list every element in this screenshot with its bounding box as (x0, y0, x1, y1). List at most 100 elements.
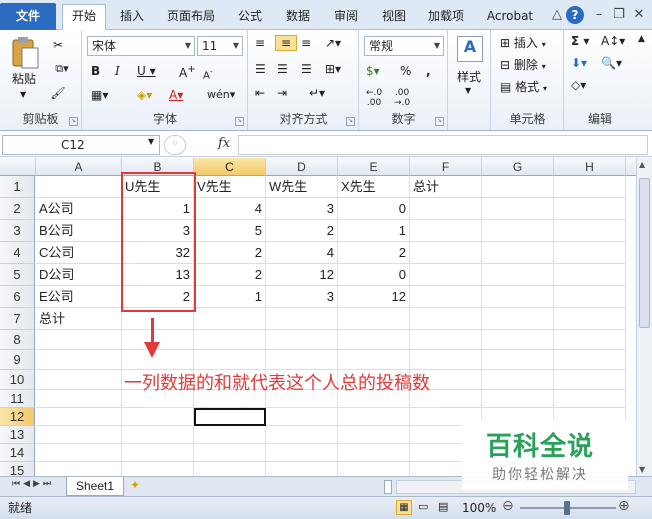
cell-e9[interactable] (338, 350, 410, 370)
vertical-scrollbar[interactable]: ▲ ▼ (636, 158, 652, 476)
cell-g8[interactable] (482, 330, 554, 350)
cell-a3[interactable]: B公司 (36, 220, 122, 242)
align-top-icon[interactable]: ≡ (255, 36, 265, 50)
cell-h9[interactable] (554, 350, 626, 370)
tab-insert[interactable]: 插入 (112, 5, 152, 29)
percent-icon[interactable]: % (400, 64, 411, 78)
increase-decimal-icon[interactable]: ←.0.00 (366, 88, 382, 108)
row-header-8[interactable]: 8 (0, 330, 35, 350)
cell-b15[interactable] (122, 462, 194, 476)
row-header-15[interactable]: 15 (0, 462, 35, 476)
tab-split-handle[interactable] (384, 480, 392, 494)
cell-d5[interactable]: 12 (266, 264, 338, 286)
shrink-font-icon[interactable]: A- (203, 66, 213, 81)
cell-d4[interactable]: 4 (266, 242, 338, 264)
cell-d1[interactable]: W先生 (266, 176, 338, 198)
cell-e3[interactable]: 1 (338, 220, 410, 242)
row-header-14[interactable]: 14 (0, 444, 35, 462)
minimize-icon[interactable]: – (590, 6, 608, 24)
row-header-7[interactable]: 7 (0, 308, 35, 330)
cell-f2[interactable] (410, 198, 482, 220)
cell-f8[interactable] (410, 330, 482, 350)
clear-icon[interactable]: ◇▾ (571, 78, 586, 92)
fill-color-icon[interactable]: ◈▾ (137, 88, 152, 102)
cell-e6[interactable]: 12 (338, 286, 410, 308)
increase-indent-icon[interactable]: ⇥ (277, 86, 287, 100)
cell-g6[interactable] (482, 286, 554, 308)
cell-h10[interactable] (554, 370, 626, 390)
cell-e4[interactable]: 2 (338, 242, 410, 264)
cell-a7[interactable]: 总计 (36, 308, 122, 330)
cell-d7[interactable] (266, 308, 338, 330)
cell-a12[interactable] (36, 408, 122, 426)
decrease-indent-icon[interactable]: ⇤ (255, 86, 265, 100)
tab-review[interactable]: 审阅 (326, 5, 366, 29)
cell-f3[interactable] (410, 220, 482, 242)
cell-f9[interactable] (410, 350, 482, 370)
cell-f4[interactable] (410, 242, 482, 264)
cell-g1[interactable] (482, 176, 554, 198)
cell-c9[interactable] (194, 350, 266, 370)
cell-d12[interactable] (266, 408, 338, 426)
underline-icon[interactable]: U ▾ (137, 64, 156, 78)
align-center-icon[interactable]: ☰ (277, 62, 288, 76)
cell-e13[interactable] (338, 426, 410, 444)
cell-h5[interactable] (554, 264, 626, 286)
page-layout-view-icon[interactable]: ▭ (418, 500, 428, 513)
currency-icon[interactable]: $▾ (366, 64, 380, 78)
cell-c2[interactable]: 4 (194, 198, 266, 220)
column-header-a[interactable]: A (36, 158, 122, 176)
cell-a8[interactable] (36, 330, 122, 350)
close-icon[interactable]: ✕ (630, 6, 648, 24)
ribbon-scroll-up-icon[interactable]: ▲ (638, 34, 645, 44)
insert-cells-button[interactable]: ⊞ 插入 ▾ (500, 34, 546, 54)
format-cells-button[interactable]: ▤ 格式 ▾ (500, 78, 547, 98)
cell-c6[interactable]: 1 (194, 286, 266, 308)
tab-home[interactable]: 开始 (62, 4, 106, 30)
border-icon[interactable]: ▦▾ (91, 88, 108, 102)
cell-a11[interactable] (36, 390, 122, 408)
zoom-out-icon[interactable]: ⊖ (502, 498, 514, 514)
formula-bar-toggle-icon[interactable]: ◦ (164, 135, 186, 155)
bold-icon[interactable]: B (91, 64, 100, 78)
cell-a9[interactable] (36, 350, 122, 370)
phonetic-icon[interactable]: wén▾ (207, 88, 235, 101)
zoom-in-icon[interactable]: ⊕ (618, 498, 630, 514)
row-header-11[interactable]: 11 (0, 390, 35, 408)
cell-f5[interactable] (410, 264, 482, 286)
formula-input[interactable] (238, 135, 648, 155)
cell-e7[interactable] (338, 308, 410, 330)
cell-c13[interactable] (194, 426, 266, 444)
select-all-corner[interactable] (0, 158, 36, 176)
normal-view-icon[interactable]: ▦ (396, 500, 412, 515)
cell-c4[interactable]: 2 (194, 242, 266, 264)
decrease-decimal-icon[interactable]: .00 →.0 (394, 88, 410, 108)
tab-data[interactable]: 数据 (278, 5, 318, 29)
cell-f1[interactable]: 总计 (410, 176, 482, 198)
cell-a15[interactable] (36, 462, 122, 476)
align-right-icon[interactable]: ☰ (301, 62, 312, 76)
row-header-3[interactable]: 3 (0, 220, 35, 242)
zoom-level[interactable]: 100% (462, 499, 496, 517)
cell-d8[interactable] (266, 330, 338, 350)
scroll-up-icon[interactable]: ▲ (639, 160, 645, 169)
align-middle-icon[interactable]: ≡ (275, 35, 297, 51)
cell-b12[interactable] (122, 408, 194, 426)
cell-d2[interactable]: 3 (266, 198, 338, 220)
cell-h7[interactable] (554, 308, 626, 330)
sheet-nav-icon[interactable]: ⏮◀▶⏭ (4, 479, 62, 489)
cell-g7[interactable] (482, 308, 554, 330)
cell-c12[interactable] (194, 408, 266, 426)
cell-h11[interactable] (554, 390, 626, 408)
tab-addins[interactable]: 加载项 (420, 5, 472, 29)
name-box-dropdown-icon[interactable]: ▼ (148, 137, 154, 146)
wrap-text-icon[interactable]: ↵▾ (309, 86, 325, 100)
new-sheet-icon[interactable]: ✦ (130, 478, 140, 492)
cell-b13[interactable] (122, 426, 194, 444)
cell-e15[interactable] (338, 462, 410, 476)
cell-g4[interactable] (482, 242, 554, 264)
find-select-icon[interactable]: 🔍▾ (601, 56, 622, 70)
column-header-d[interactable]: D (266, 158, 338, 176)
row-header-4[interactable]: 4 (0, 242, 35, 264)
row-header-10[interactable]: 10 (0, 370, 35, 390)
